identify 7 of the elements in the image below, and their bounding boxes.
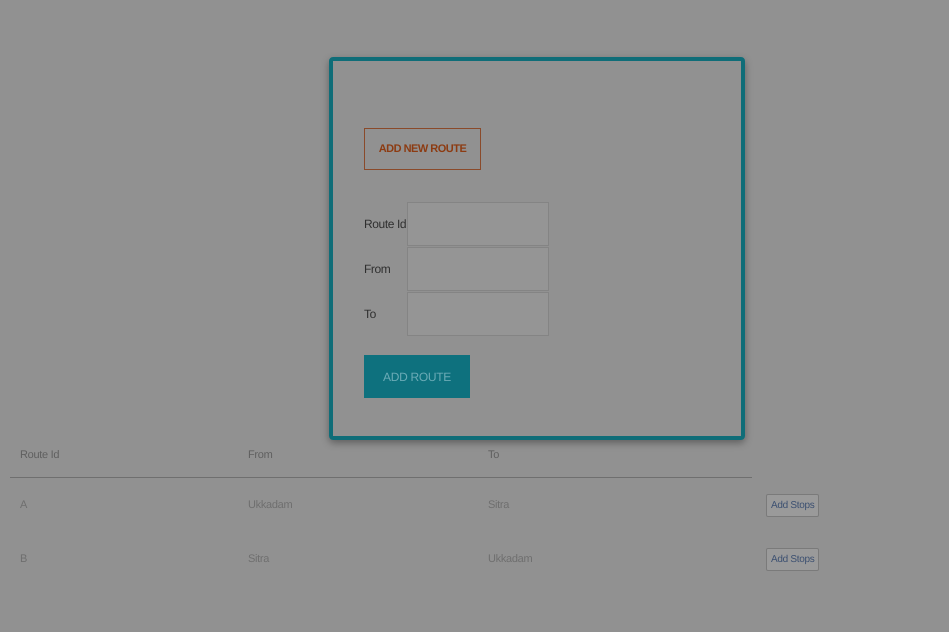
add-stops-button[interactable]: Add Stops [766, 494, 820, 516]
field-label: From [364, 262, 392, 276]
add-stops-button[interactable]: Add Stops [766, 548, 820, 570]
field-label: Route Id [364, 216, 407, 230]
add-new-route-button[interactable]: ADD NEW ROUTE [364, 128, 481, 170]
field-label: To [364, 306, 377, 320]
add-route-button[interactable]: ADD ROUTE [364, 355, 470, 398]
